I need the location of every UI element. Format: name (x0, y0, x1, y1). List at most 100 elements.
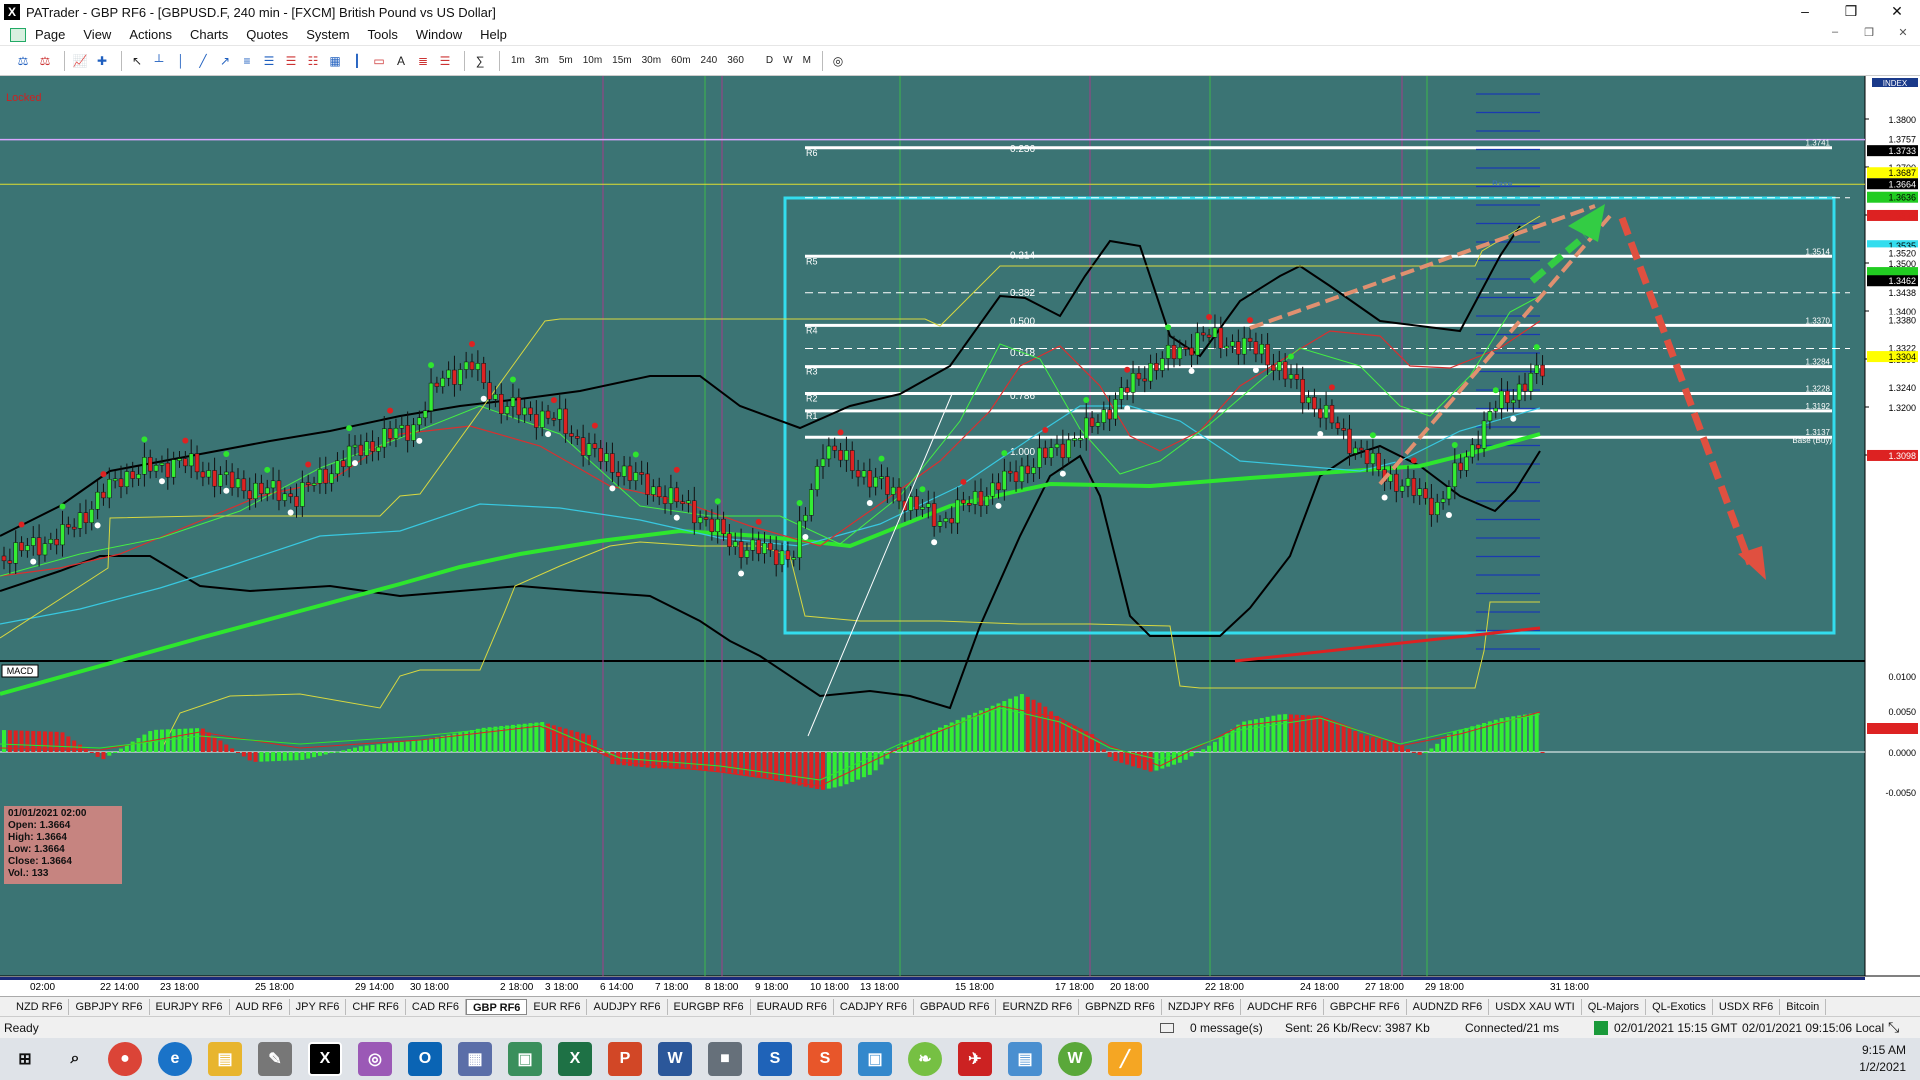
tab-nzdjpy-rf6[interactable]: NZDJPY RF6 (1162, 998, 1242, 1015)
ray-icon[interactable]: ↗ (216, 52, 234, 70)
folder-share-icon[interactable]: ▤ (1008, 1042, 1042, 1076)
tab-cad-rf6[interactable]: CAD RF6 (406, 998, 466, 1015)
menu-help[interactable]: Help (471, 27, 516, 42)
tab-audchf-rf6[interactable]: AUDCHF RF6 (1241, 998, 1324, 1015)
vline-icon[interactable]: │ (172, 52, 190, 70)
remote-desktop-icon[interactable]: ▣ (858, 1042, 892, 1076)
pitchfork-icon[interactable]: ≣ (414, 52, 432, 70)
hline-icon[interactable]: ┴ (150, 52, 168, 70)
tab-euraud-rf6[interactable]: EURAUD RF6 (751, 998, 834, 1015)
minimize-icon[interactable]: – (1782, 0, 1828, 24)
page-icon[interactable] (10, 27, 26, 42)
channel-icon[interactable]: ≡ (238, 52, 256, 70)
menu-system[interactable]: System (297, 27, 358, 42)
tab-audnzd-rf6[interactable]: AUDNZD RF6 (1407, 998, 1490, 1015)
tab-gbpchf-rf6[interactable]: GBPCHF RF6 (1324, 998, 1407, 1015)
close-icon[interactable]: ✕ (1874, 0, 1920, 24)
timeframe-m[interactable]: M (798, 55, 816, 66)
file-explorer-icon[interactable]: ▤ (208, 1042, 242, 1076)
w-app-icon[interactable]: W (1058, 1042, 1092, 1076)
trendline-icon[interactable]: ╱ (194, 52, 212, 70)
menu-tools[interactable]: Tools (359, 27, 407, 42)
start-icon[interactable]: ⊞ (8, 1042, 42, 1076)
tab-nzd-rf6[interactable]: NZD RF6 (10, 998, 70, 1015)
chart-up-icon[interactable]: ⚖ (14, 52, 32, 70)
timeframe-d[interactable]: D (761, 55, 778, 66)
tab-gbpaud-rf6[interactable]: GBPAUD RF6 (914, 998, 997, 1015)
tab-cadjpy-rf6[interactable]: CADJPY RF6 (834, 998, 914, 1015)
cursor-icon[interactable]: ↖ (128, 52, 146, 70)
fib-retracement-icon[interactable]: ☰ (282, 52, 300, 70)
price-chart[interactable]: LockedINDEXMACD0.2360.2140.3820.5000.618… (0, 76, 1920, 996)
indicator-icon[interactable]: ∑ (471, 52, 489, 70)
chart-app-icon[interactable]: ╱ (1108, 1042, 1142, 1076)
tab-eurnzd-rf6[interactable]: EURNZD RF6 (996, 998, 1080, 1015)
system-clock[interactable]: 9:15 AM 1/2/2021 (1859, 1042, 1906, 1076)
red-bird-icon[interactable]: ✈ (958, 1042, 992, 1076)
tab-usdx-rf6[interactable]: USDX RF6 (1713, 998, 1781, 1015)
menu-quotes[interactable]: Quotes (237, 27, 297, 42)
tab-gbpnzd-rf6[interactable]: GBPNZD RF6 (1079, 998, 1162, 1015)
text-tool-icon[interactable]: A (392, 52, 410, 70)
media-player-icon[interactable]: ■ (708, 1042, 742, 1076)
timeframe-15m[interactable]: 15m (607, 55, 636, 66)
timeframe-360[interactable]: 360 (722, 55, 749, 66)
tab-eurgbp-rf6[interactable]: EURGBP RF6 (668, 998, 751, 1015)
timeframe-240[interactable]: 240 (696, 55, 723, 66)
timeframe-5m[interactable]: 5m (554, 55, 578, 66)
tab-ql-majors[interactable]: QL-Majors (1582, 998, 1647, 1015)
timeframe-1m[interactable]: 1m (506, 55, 530, 66)
green-leaf-icon[interactable]: ❧ (908, 1042, 942, 1076)
tab-ql-exotics[interactable]: QL-Exotics (1646, 998, 1713, 1015)
menu-view[interactable]: View (74, 27, 120, 42)
screenshot-tool-icon[interactable]: ◎ (358, 1042, 392, 1076)
mdi-minimize-icon[interactable]: – (1818, 26, 1852, 39)
calculator-icon[interactable]: ▦ (458, 1042, 492, 1076)
search-icon[interactable]: ⌕ (58, 1042, 92, 1076)
timeframe-w[interactable]: W (778, 55, 797, 66)
outlook-icon[interactable]: O (408, 1042, 442, 1076)
tab-aud-rf6[interactable]: AUD RF6 (230, 998, 290, 1015)
chart-area[interactable]: Locked INDEX MACD 0.236 0.214 0.382 0.500 0.618… (0, 76, 1920, 996)
menu-actions[interactable]: Actions (120, 27, 181, 42)
clock-icon[interactable]: ◎ (829, 52, 847, 70)
tab-jpy-rf6[interactable]: JPY RF6 (290, 998, 347, 1015)
fib-fan-icon[interactable]: ☰ (260, 52, 278, 70)
patrader-taskbar-icon[interactable]: X (308, 1042, 342, 1076)
gann-icon[interactable]: ▦ (326, 52, 344, 70)
tab-usdx-xau-wti[interactable]: USDX XAU WTI (1489, 998, 1582, 1015)
menu-page[interactable]: Page (26, 27, 74, 42)
tab-eurjpy-rf6[interactable]: EURJPY RF6 (150, 998, 230, 1015)
fib-extension-icon[interactable]: ☷ (304, 52, 322, 70)
tab-eur-rf6[interactable]: EUR RF6 (527, 998, 588, 1015)
mdi-restore-icon[interactable]: ❒ (1852, 26, 1886, 39)
chart-down-icon[interactable]: ⚖ (36, 52, 54, 70)
mail-icon[interactable] (1160, 1022, 1174, 1033)
restore-icon[interactable]: ❒ (1828, 0, 1874, 24)
word-icon[interactable]: W (658, 1042, 692, 1076)
s-app-icon[interactable]: S (758, 1042, 792, 1076)
edge-icon[interactable]: e (158, 1042, 192, 1076)
timeframe-60m[interactable]: 60m (666, 55, 695, 66)
tab-chf-rf6[interactable]: CHF RF6 (346, 998, 406, 1015)
crosshair-icon[interactable]: ✚ (93, 52, 111, 70)
tab-gbp-rf6[interactable]: GBP RF6 (465, 998, 528, 1015)
s-app-orange-icon[interactable]: S (808, 1042, 842, 1076)
powerpoint-icon[interactable]: P (608, 1042, 642, 1076)
excel-icon[interactable]: X (558, 1042, 592, 1076)
cycle-lines-icon[interactable]: ┃ (348, 52, 366, 70)
mdi-close-icon[interactable]: ✕ (1886, 26, 1920, 39)
chart-type-icon[interactable]: 📈 (71, 52, 89, 70)
tab-gbpjpy-rf6[interactable]: GBPJPY RF6 (69, 998, 150, 1015)
tab-bitcoin[interactable]: Bitcoin (1780, 998, 1827, 1015)
trading-app-icon[interactable]: ▣ (508, 1042, 542, 1076)
speed-lines-icon[interactable]: ☰ (436, 52, 454, 70)
menu-window[interactable]: Window (407, 27, 471, 42)
rectangle-icon[interactable]: ▭ (370, 52, 388, 70)
menu-charts[interactable]: Charts (181, 27, 237, 42)
pen-tool-icon[interactable]: ✎ (258, 1042, 292, 1076)
timeframe-10m[interactable]: 10m (578, 55, 607, 66)
tab-audjpy-rf6[interactable]: AUDJPY RF6 (587, 998, 668, 1015)
timeframe-3m[interactable]: 3m (530, 55, 554, 66)
chrome-icon[interactable]: ● (108, 1042, 142, 1076)
